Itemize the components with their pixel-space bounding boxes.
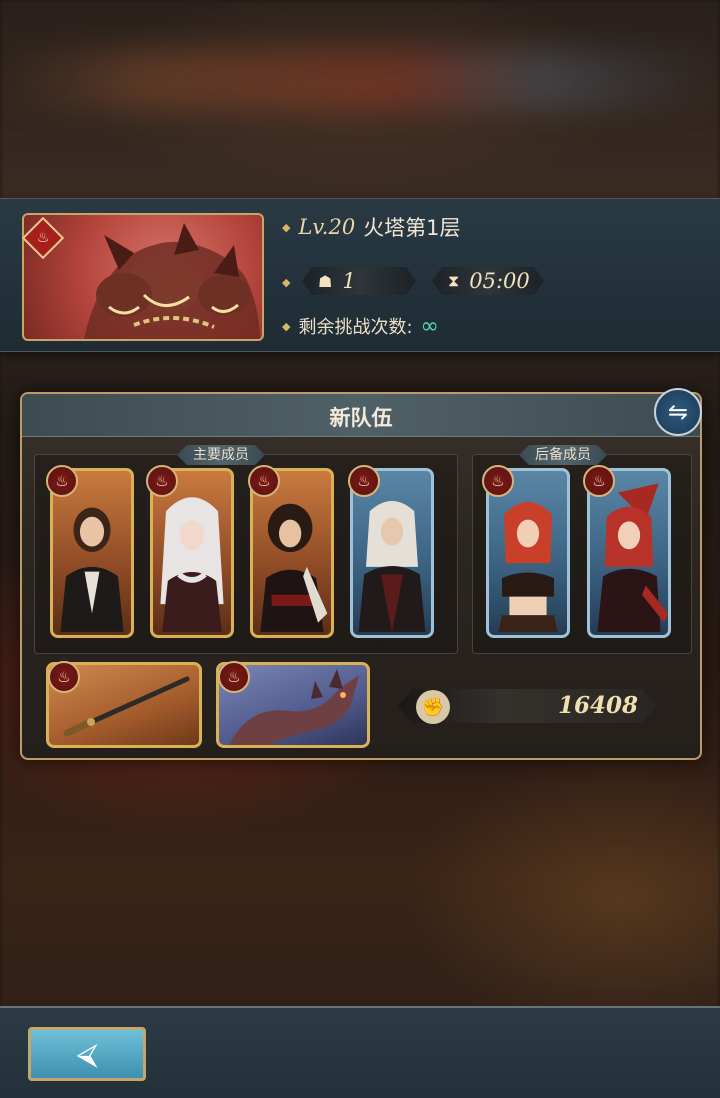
fire-element-icon: ♨ <box>218 661 250 693</box>
team-title: 新队伍 <box>329 406 393 430</box>
team-size-value: 1 <box>342 269 356 293</box>
stage-name: 火塔第1层 <box>363 216 461 240</box>
team-size-pill: ☗ 1 <box>302 267 416 295</box>
fire-element-icon: ♨ <box>583 465 615 497</box>
team-power-value: 16408 <box>557 692 638 719</box>
stage-title: ◆ Lv.20 火塔第1层 <box>282 212 461 242</box>
main-members-label: 主要成员 <box>177 445 265 465</box>
fire-element-icon: ♨ <box>248 465 280 497</box>
team-member-icon: ☗ <box>318 271 333 291</box>
fire-element-icon: ♨ <box>46 465 78 497</box>
diamond-bullet-icon: ◆ <box>282 220 291 234</box>
fire-element-icon: ♨ <box>482 465 514 497</box>
fire-element-icon: ♨ <box>146 465 178 497</box>
backup-members-label: 后备成员 <box>519 445 607 465</box>
fist-power-icon: ✊ <box>416 690 450 724</box>
fire-element-icon: ♨ <box>348 465 380 497</box>
hourglass-icon: ⧗ <box>448 271 460 290</box>
back-arrow-icon: ⮘ <box>76 1036 98 1072</box>
fire-element-icon: ♨ <box>48 661 80 693</box>
swap-team-button[interactable]: ⇋ <box>654 388 702 436</box>
time-limit-pill: ⧗ 05:00 <box>432 267 544 295</box>
diamond-bullet-icon: ◆ <box>282 276 291 289</box>
team-header: 新队伍 <box>22 394 700 437</box>
stage-level: Lv.20 <box>298 215 356 239</box>
back-button[interactable]: ⮘ <box>28 1027 146 1081</box>
remaining-value: ∞ <box>420 313 439 339</box>
remaining-attempts: ◆ 剩余挑战次数: ∞ <box>282 313 439 339</box>
diamond-bullet-icon: ◆ <box>282 319 291 333</box>
background-glow <box>0 50 720 110</box>
time-limit-value: 05:00 <box>469 269 530 293</box>
swap-icon: ⇋ <box>667 398 689 426</box>
remaining-label: 剩余挑战次数: <box>298 317 413 338</box>
